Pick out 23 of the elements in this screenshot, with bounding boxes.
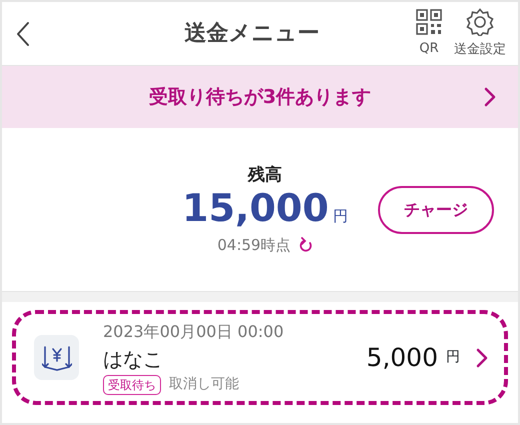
- chevron-icon: [484, 87, 496, 107]
- back-button[interactable]: [16, 20, 30, 46]
- balance-label: 残高: [248, 164, 282, 187]
- status-tag: 受取待ち: [103, 374, 161, 394]
- transaction-date: 2023年00月00日 00:00: [103, 321, 285, 343]
- update-time: 04:59時点: [217, 234, 291, 256]
- settings-button[interactable]: 送金設定: [454, 8, 506, 60]
- currency-unit: 円: [332, 206, 348, 228]
- chevron-icon: [476, 348, 488, 368]
- qr-button[interactable]: QR: [416, 8, 442, 58]
- qr-icon: [416, 8, 442, 35]
- cancel-note: 取消し可能: [169, 375, 239, 394]
- currency-unit: 円: [446, 348, 460, 367]
- transaction-card[interactable]: 2023年00月00日 00:00 はなこ 受取待ち 取消し可能 5,000 円: [12, 310, 508, 405]
- notice-banner[interactable]: 受取り待ちが3件あります: [2, 66, 518, 128]
- recipient-name: はなこ: [103, 346, 164, 373]
- charge-button[interactable]: チャージ: [378, 186, 494, 234]
- settings-icon: [466, 8, 494, 36]
- transaction-amount: 5,000: [366, 342, 438, 374]
- refresh-button[interactable]: [298, 237, 313, 254]
- receive-icon: [34, 335, 79, 380]
- balance-amount: 15,000: [182, 188, 329, 230]
- page-title: 送金メニュー: [184, 20, 320, 48]
